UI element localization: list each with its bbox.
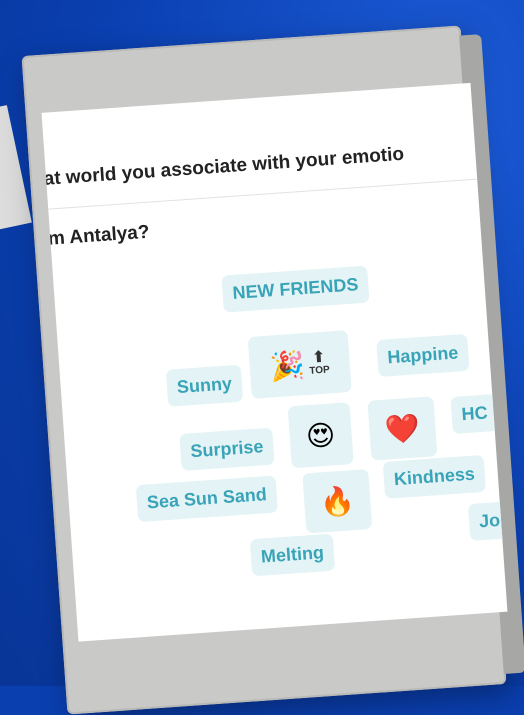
party-popper-icon: 🎉	[269, 348, 307, 383]
chip-heart-eyes[interactable]: 😍	[287, 402, 354, 469]
chip-heart[interactable]: ❤️	[367, 396, 438, 461]
chip-melting[interactable]: Melting	[249, 533, 336, 577]
question-line-1: hat world you associate with your emotio	[41, 143, 405, 191]
chip-sunny[interactable]: Sunny	[165, 364, 244, 407]
device-frame: hat world you associate with your emotio…	[21, 25, 524, 715]
chip-kindness[interactable]: Kindness	[382, 454, 487, 499]
chip-party-top[interactable]: 🎉 ⬆ TOP	[247, 330, 352, 399]
chip-surprise[interactable]: Surprise	[179, 427, 275, 471]
chip-fire[interactable]: 🔥	[302, 468, 373, 534]
chip-new-friends[interactable]: NEW FRIENDS	[221, 265, 370, 313]
red-heart-icon: ❤️	[383, 411, 421, 446]
fire-icon: 🔥	[318, 484, 356, 518]
question-line-2: om Antalya?	[41, 221, 151, 251]
heart-eyes-icon: 😍	[305, 418, 337, 452]
chip-sea-sun-sand[interactable]: Sea Sun Sand	[135, 475, 279, 523]
app-screen: hat world you associate with your emotio…	[41, 82, 508, 642]
question-text: hat world you associate with your emotio…	[42, 103, 507, 255]
chip-happiness[interactable]: Happine	[376, 333, 470, 378]
top-arrow-icon: ⬆ TOP	[309, 348, 331, 377]
chip-hot[interactable]: HC	[450, 393, 499, 434]
